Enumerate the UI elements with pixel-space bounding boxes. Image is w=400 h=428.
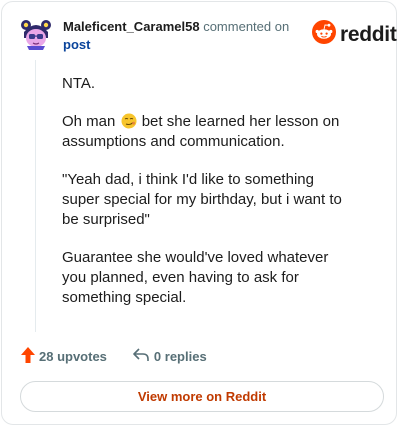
replies-button[interactable]: 0 replies bbox=[133, 348, 207, 365]
comment-body: NTA. Oh man bet she learned her lesson o… bbox=[62, 74, 347, 326]
thread-line bbox=[35, 60, 36, 332]
upvote-button[interactable]: 28 upvotes bbox=[21, 347, 107, 366]
reply-count: 0 replies bbox=[153, 349, 207, 364]
comment-paragraph: "Yeah dad, i think I'd like to something… bbox=[62, 171, 342, 228]
reddit-logo[interactable]: reddit bbox=[312, 20, 397, 49]
user-avatar[interactable] bbox=[20, 16, 52, 50]
comment-paragraph: Guarantee she would've loved whatever yo… bbox=[62, 249, 329, 306]
upvote-count: 28 upvotes bbox=[39, 349, 107, 364]
smirk-face-emoji-icon bbox=[121, 113, 137, 129]
reply-arrow-icon bbox=[133, 348, 154, 365]
comment-paragraph-with-emoji: Oh man bet she learned her lesson on ass… bbox=[62, 113, 340, 150]
reddit-wordmark: reddit bbox=[340, 22, 397, 46]
post-link[interactable]: post bbox=[63, 36, 293, 54]
comment-header: Maleficent_Caramel58 commented on post bbox=[63, 18, 293, 54]
action-text: commented on bbox=[203, 19, 290, 34]
view-more-button[interactable]: View more on Reddit bbox=[20, 381, 384, 412]
comment-card: Maleficent_Caramel58 commented on post r… bbox=[1, 1, 397, 425]
username[interactable]: Maleficent_Caramel58 bbox=[63, 19, 200, 34]
reddit-snoo-icon bbox=[312, 20, 336, 49]
upvote-arrow-icon bbox=[21, 347, 39, 366]
comment-footer: 28 upvotes 0 replies bbox=[21, 347, 207, 366]
comment-paragraph: NTA. bbox=[62, 75, 96, 92]
